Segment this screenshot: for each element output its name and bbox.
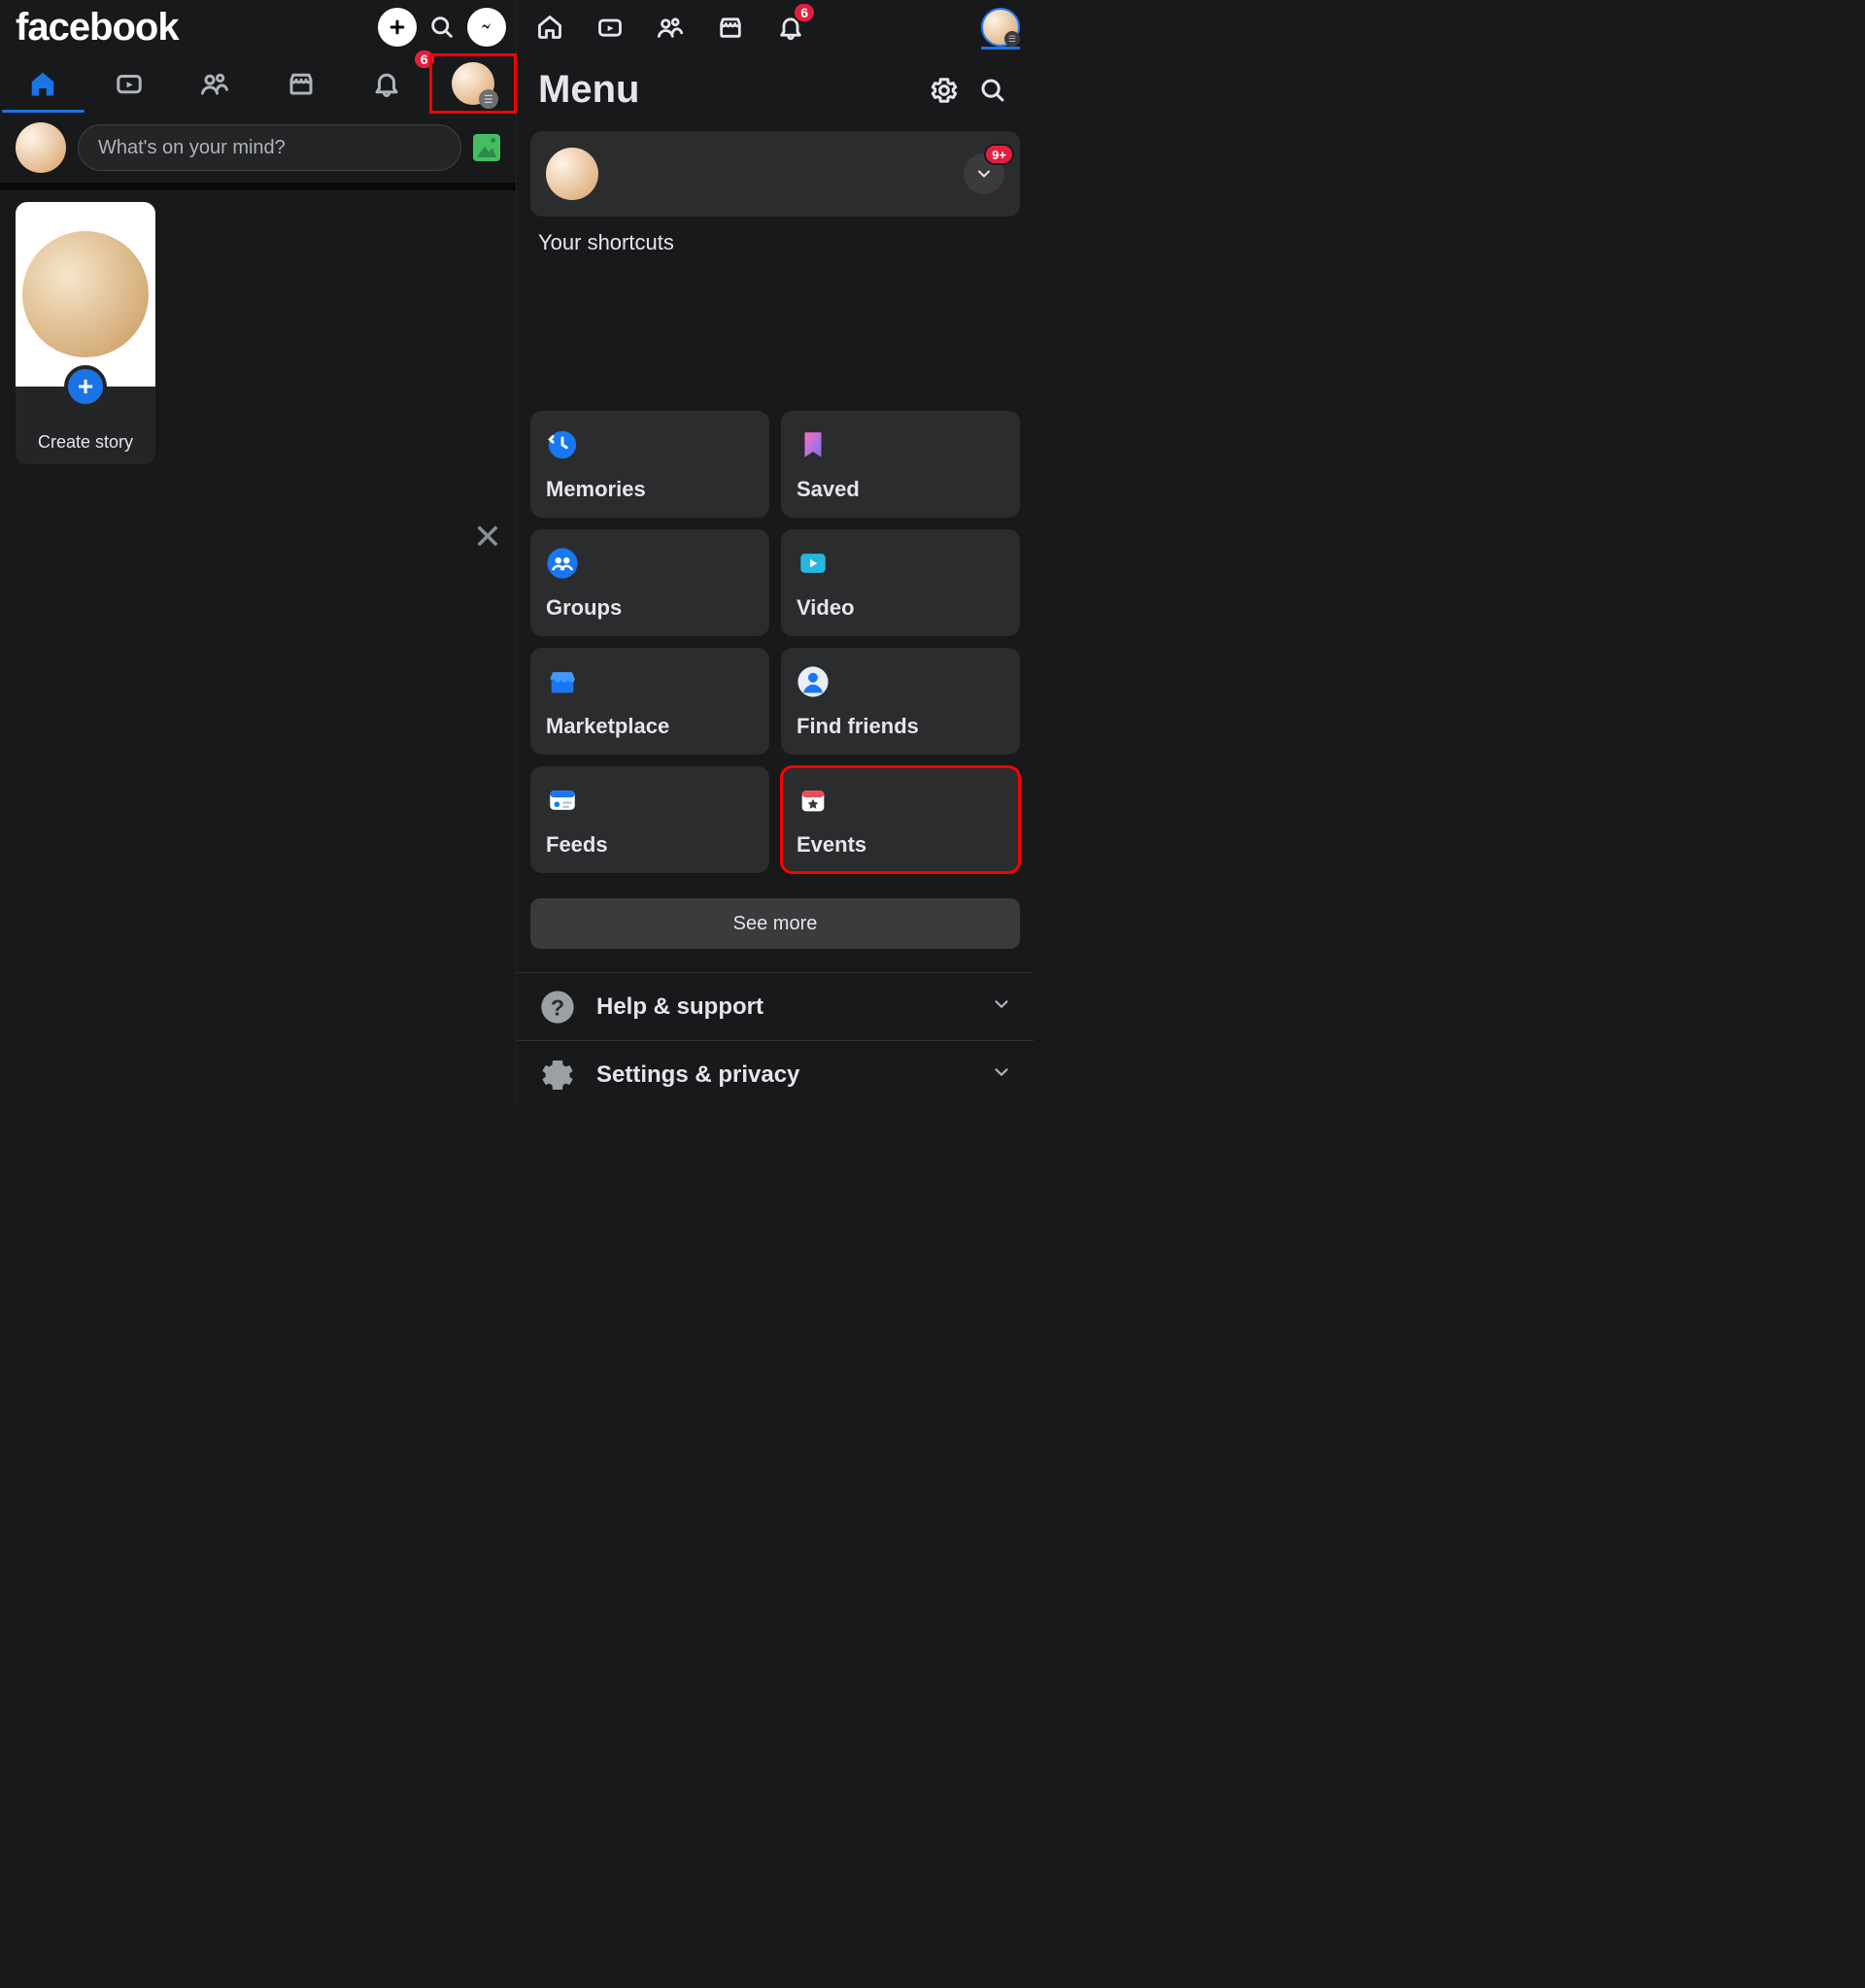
right-screenshot: 6 Menu 9+ Your shortcuts Memories bbox=[517, 0, 1034, 1101]
menu-item-find-friends[interactable]: Find friends bbox=[781, 648, 1020, 755]
menu-item-memories[interactable]: Memories bbox=[530, 411, 769, 518]
groups-icon bbox=[546, 547, 579, 580]
nav-home[interactable] bbox=[530, 8, 569, 47]
help-support-row[interactable]: ? Help & support bbox=[517, 972, 1034, 1040]
profile-badge: 9+ bbox=[984, 144, 1014, 165]
shortcuts-area bbox=[517, 255, 1034, 411]
left-tabs: 6 bbox=[0, 54, 516, 113]
memories-icon bbox=[546, 428, 579, 461]
menu-grid: Memories Saved Groups Video Marketplace bbox=[517, 411, 1034, 873]
photo-icon[interactable] bbox=[473, 134, 500, 161]
settings-privacy-row[interactable]: Settings & privacy bbox=[517, 1040, 1034, 1108]
menu-item-events[interactable]: Events bbox=[781, 766, 1020, 873]
composer-avatar[interactable] bbox=[16, 122, 66, 173]
story-image bbox=[16, 202, 155, 387]
chevron-down-icon bbox=[991, 1061, 1012, 1088]
plus-icon: + bbox=[64, 365, 107, 408]
menu-title: Menu bbox=[538, 68, 915, 112]
nav-marketplace[interactable] bbox=[711, 8, 750, 47]
search-icon[interactable] bbox=[973, 71, 1012, 110]
menu-item-label: Events bbox=[797, 832, 1004, 858]
menu-item-label: Saved bbox=[797, 477, 1004, 502]
chevron-down-icon bbox=[991, 994, 1012, 1020]
menu-item-label: Find friends bbox=[797, 714, 1004, 739]
menu-item-label: Video bbox=[797, 595, 1004, 621]
right-header: 6 bbox=[517, 0, 1034, 54]
tab-home[interactable] bbox=[0, 54, 86, 113]
close-icon[interactable]: ✕ bbox=[473, 517, 502, 557]
see-more-button[interactable]: See more bbox=[530, 898, 1020, 949]
menu-item-label: Marketplace bbox=[546, 714, 754, 739]
menu-item-label: Memories bbox=[546, 477, 754, 502]
events-icon bbox=[797, 784, 830, 817]
marketplace-icon bbox=[546, 665, 579, 698]
create-story-card[interactable]: + Create story bbox=[16, 202, 155, 464]
left-header: facebook bbox=[0, 0, 516, 54]
help-icon: ? bbox=[538, 988, 577, 1027]
feeds-icon bbox=[546, 784, 579, 817]
video-icon bbox=[797, 547, 830, 580]
tab-video[interactable] bbox=[86, 54, 173, 113]
svg-text:?: ? bbox=[551, 994, 564, 1020]
settings-icon[interactable] bbox=[925, 71, 964, 110]
profile-avatar bbox=[546, 148, 598, 200]
help-support-label: Help & support bbox=[596, 994, 971, 1021]
logo[interactable]: facebook bbox=[16, 6, 372, 50]
menu-item-marketplace[interactable]: Marketplace bbox=[530, 648, 769, 755]
avatar-icon bbox=[981, 8, 1020, 47]
menu-item-label: Groups bbox=[546, 595, 754, 621]
shortcuts-heading: Your shortcuts bbox=[517, 224, 1034, 255]
avatar-icon bbox=[452, 62, 494, 105]
nav-video[interactable] bbox=[591, 8, 629, 47]
menu-item-video[interactable]: Video bbox=[781, 529, 1020, 636]
create-story-label: Create story bbox=[16, 432, 155, 453]
active-tab-indicator bbox=[981, 47, 1020, 50]
find-friends-icon bbox=[797, 665, 830, 698]
menu-item-feeds[interactable]: Feeds bbox=[530, 766, 769, 873]
nav-friends[interactable] bbox=[651, 8, 690, 47]
saved-icon bbox=[797, 428, 830, 461]
gear-icon bbox=[538, 1056, 577, 1095]
tab-profile-menu[interactable] bbox=[430, 54, 517, 113]
settings-privacy-label: Settings & privacy bbox=[596, 1061, 971, 1089]
composer: What's on your mind? bbox=[0, 113, 516, 190]
composer-input[interactable]: What's on your mind? bbox=[78, 124, 461, 171]
menu-item-label: Feeds bbox=[546, 832, 754, 858]
menu-title-row: Menu bbox=[517, 54, 1034, 118]
search-button[interactable] bbox=[423, 8, 461, 47]
notification-badge: 6 bbox=[793, 2, 816, 23]
messenger-button[interactable] bbox=[467, 8, 506, 47]
profile-switcher[interactable]: 9+ bbox=[964, 153, 1004, 194]
nav-notifications[interactable]: 6 bbox=[771, 8, 810, 47]
tab-notifications[interactable]: 6 bbox=[344, 54, 430, 113]
tab-marketplace[interactable] bbox=[258, 54, 345, 113]
menu-item-saved[interactable]: Saved bbox=[781, 411, 1020, 518]
left-screenshot: facebook 6 What's bbox=[0, 0, 517, 1101]
menu-item-groups[interactable]: Groups bbox=[530, 529, 769, 636]
stories-row: + Create story bbox=[0, 190, 516, 476]
create-button[interactable] bbox=[378, 8, 417, 47]
nav-profile-menu[interactable] bbox=[981, 8, 1020, 47]
tab-friends[interactable] bbox=[172, 54, 258, 113]
profile-card[interactable]: 9+ bbox=[530, 131, 1020, 217]
